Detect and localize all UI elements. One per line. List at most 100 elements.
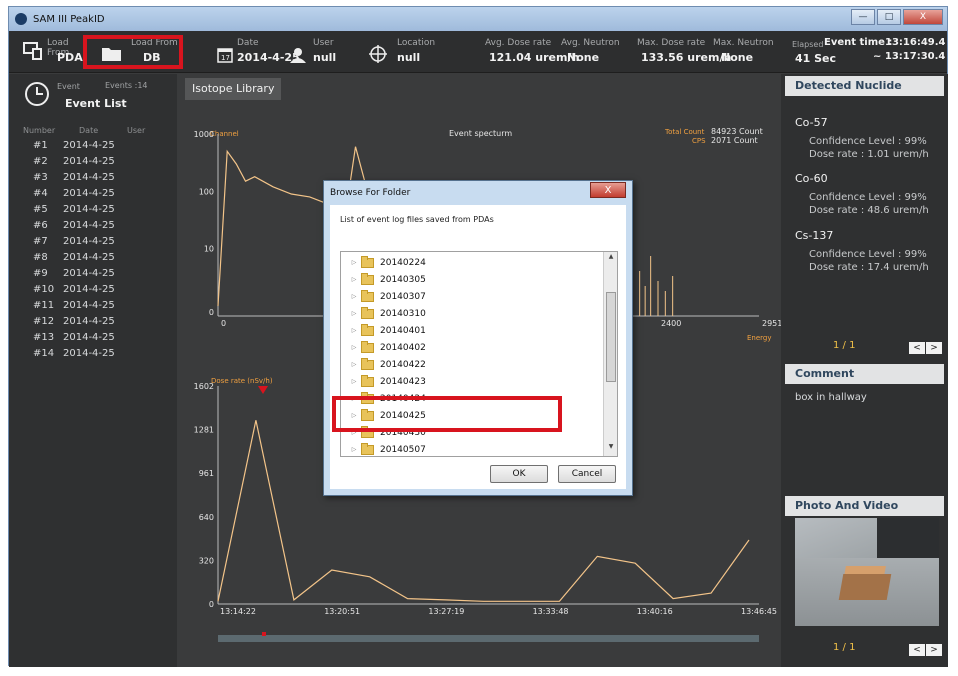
expand-arrow-icon[interactable]: ▷ [347,259,361,266]
elapsed-value: 41 Sec [795,52,837,65]
scroll-down-icon[interactable]: ▼ [604,443,617,455]
event-row[interactable]: #9 2014-4-25 [33,268,115,284]
doserate-x-tick: 13:33:48 [533,607,569,616]
event-row[interactable]: #11 2014-4-25 [33,300,115,316]
event-number: #10 [33,284,55,295]
event-date: 2014-4-25 [63,156,115,167]
cps-value: 2071 Count [711,136,758,145]
avg-neutron-value: None [567,51,600,64]
highlight-selected-folder [332,396,562,432]
nuclide-confidence: Confidence Level : 99% [809,136,927,147]
location-field: Location null [367,31,457,73]
app-logo-icon [15,13,27,25]
calendar-day: 17 [221,54,230,62]
spectrum-x-tick: 0 [221,319,226,328]
photo-prev-button[interactable]: < [909,644,925,656]
cps-label: CPS [692,137,706,145]
folder-item[interactable]: ▷ 20140422 [341,356,426,373]
detected-nuclide-header: Detected Nuclide [785,76,944,96]
nuclide-next-button[interactable]: > [926,342,942,354]
doserate-x-tick: 13:46:45 [741,607,777,616]
pda-icon [23,42,42,60]
expand-arrow-icon[interactable]: ▷ [347,310,361,317]
event-row[interactable]: #12 2014-4-25 [33,316,115,332]
photo-next-button[interactable]: > [926,644,942,656]
event-row[interactable]: #7 2014-4-25 [33,236,115,252]
nuclide-name: Cs-137 [795,229,834,242]
doserate-y-tick: 961 [199,469,214,478]
window-controls: — □ X [851,9,943,25]
dialog-close-button[interactable]: X [590,182,626,198]
folder-icon [361,357,374,370]
max-neutron-value: None [721,51,754,64]
expand-arrow-icon[interactable]: ▷ [347,327,361,334]
event-number: #6 [33,220,48,231]
folder-item[interactable]: ▷ 20140305 [341,271,426,288]
expand-arrow-icon[interactable]: ▷ [347,446,361,453]
event-date: 2014-4-25 [63,316,115,327]
event-row[interactable]: #6 2014-4-25 [33,220,115,236]
nuclide-name: Co-57 [795,116,828,129]
minimize-button[interactable]: — [851,9,875,25]
doserate-x-tick: 13:27:19 [428,607,464,616]
user-field: User null [289,31,359,73]
folder-item[interactable]: ▷ 20140307 [341,288,426,305]
folder-item[interactable]: ▷ 20140423 [341,373,426,390]
event-time-label: Event time : [824,37,893,48]
location-label: Location [397,38,436,48]
dialog-description: List of event log files saved from PDAs [340,215,494,224]
event-row[interactable]: #5 2014-4-25 [33,204,115,220]
folder-icon [361,289,374,302]
cancel-button[interactable]: Cancel [558,465,616,483]
event-time-start: 13:16:49.4 [885,37,946,48]
event-date: 2014-4-25 [63,332,115,343]
event-number: #4 [33,188,48,199]
event-row[interactable]: #3 2014-4-25 [33,172,115,188]
event-row[interactable]: #13 2014-4-25 [33,332,115,348]
event-date: 2014-4-25 [63,252,115,263]
event-date: 2014-4-25 [63,204,115,215]
maximize-button[interactable]: □ [877,9,901,25]
toolbar: Load From PDA Load From DB 17 Date 2014-… [9,31,947,73]
event-count: Events :14 [105,81,148,90]
event-row[interactable]: #14 2014-4-25 [33,348,115,364]
photo-pager: 1 / 1 [833,642,856,653]
folder-name: 20140307 [380,291,426,302]
expand-arrow-icon[interactable]: ▷ [347,378,361,385]
spectrum-title: Event specturm [449,129,512,138]
event-row[interactable]: #1 2014-4-25 [33,140,115,156]
folder-item[interactable]: ▷ 20140310 [341,305,426,322]
tree-scrollbar[interactable]: ▲ ▼ [603,252,617,456]
scrollbar-thumb[interactable] [606,292,616,382]
folder-icon [361,272,374,285]
expand-arrow-icon[interactable]: ▷ [347,276,361,283]
total-count-value: 84923 Count [711,127,763,136]
expand-arrow-icon[interactable]: ▷ [347,293,361,300]
doserate-y-tick: 320 [199,556,214,565]
folder-icon [361,306,374,319]
event-date: 2014-4-25 [63,300,115,311]
folder-name: 20140401 [380,325,426,336]
ok-button[interactable]: OK [490,465,548,483]
expand-arrow-icon[interactable]: ▷ [347,361,361,368]
folder-item[interactable]: ▷ 20140402 [341,339,426,356]
event-row[interactable]: #8 2014-4-25 [33,252,115,268]
folder-item[interactable]: ▷ 20140401 [341,322,426,339]
event-photo[interactable] [795,518,939,626]
load-from-pda-button[interactable]: Load From PDA [13,31,83,73]
event-row[interactable]: #10 2014-4-25 [33,284,115,300]
expand-arrow-icon[interactable]: ▷ [347,344,361,351]
folder-item[interactable]: ▷ 20140507 [341,441,426,456]
column-date: Date [79,126,99,135]
folder-item[interactable]: ▷ 20140224 [341,254,426,271]
nuclide-prev-button[interactable]: < [909,342,925,354]
event-row[interactable]: #2 2014-4-25 [33,156,115,172]
event-list: #1 2014-4-25 #2 2014-4-25 #3 2014-4-25 #4 2014-… [33,140,115,364]
close-window-button[interactable]: X [903,9,943,25]
comment-header: Comment [785,364,944,384]
event-row[interactable]: #4 2014-4-25 [33,188,115,204]
folder-name: 20140310 [380,308,426,319]
event-date: 2014-4-25 [63,348,115,359]
scroll-up-icon[interactable]: ▲ [604,253,617,265]
user-label: User [313,38,334,48]
